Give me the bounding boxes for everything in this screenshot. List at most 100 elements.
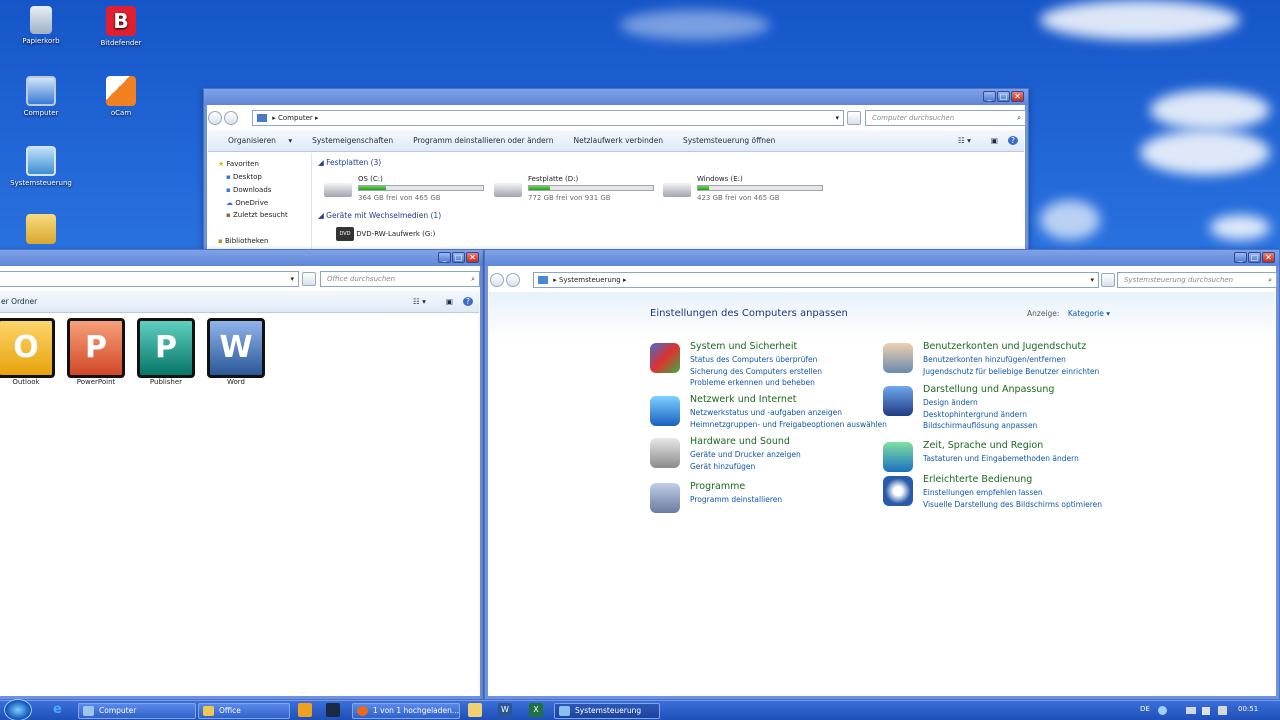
- desktop-icon-recycle-bin[interactable]: Papierkorb: [6, 6, 76, 45]
- preview-pane-icon[interactable]: ▣: [981, 136, 1008, 145]
- category-title[interactable]: Hardware und Sound: [690, 436, 790, 447]
- help-icon[interactable]: ?: [463, 297, 473, 306]
- search-input[interactable]: Office durchsuchen ⌕: [320, 271, 480, 287]
- network-icon[interactable]: [650, 396, 680, 426]
- help-icon[interactable]: ?: [1008, 136, 1018, 145]
- forward-button[interactable]: [224, 111, 238, 125]
- category-title[interactable]: Erleichterte Bedienung: [923, 474, 1032, 485]
- address-bar[interactable]: ▾: [0, 271, 299, 287]
- minimize-button[interactable]: _: [1234, 252, 1247, 263]
- category-title[interactable]: Programme: [690, 481, 745, 492]
- maximize-button[interactable]: □: [1248, 252, 1261, 263]
- app-shortcut-outlook[interactable]: O Outlook: [0, 318, 61, 386]
- search-icon[interactable]: ⌕: [1268, 273, 1272, 287]
- clock[interactable]: 00:51: [1238, 705, 1258, 713]
- word-icon[interactable]: W: [498, 703, 512, 717]
- taskbar-item-computer[interactable]: Computer: [78, 703, 196, 719]
- refresh-button[interactable]: [302, 272, 316, 286]
- category-link[interactable]: Desktophintergrund ändern: [923, 410, 1027, 419]
- close-button[interactable]: ✕: [1262, 252, 1275, 263]
- chevron-down-icon[interactable]: ▾: [290, 272, 294, 286]
- category-title[interactable]: Benutzerkonten und Jugendschutz: [923, 341, 1086, 352]
- printer-icon[interactable]: [650, 438, 680, 468]
- taskbar-item-control-panel[interactable]: Systemsteuerung: [554, 703, 660, 719]
- drive-item[interactable]: OS (C:) 364 GB frei von 465 GB: [324, 175, 489, 203]
- view-options-icon[interactable]: ☷ ▾: [948, 136, 981, 145]
- refresh-button[interactable]: [847, 111, 861, 125]
- minimize-button[interactable]: _: [983, 91, 996, 102]
- map-network-drive-button[interactable]: Netzlaufwerk verbinden: [564, 136, 673, 145]
- category-link[interactable]: Design ändern: [923, 398, 978, 407]
- close-button[interactable]: ✕: [466, 252, 479, 263]
- dvd-drive-item[interactable]: DVD DVD-RW-Laufwerk (G:): [336, 227, 435, 241]
- excel-icon[interactable]: X: [529, 703, 543, 717]
- title-bar[interactable]: [485, 250, 1279, 266]
- system-properties-button[interactable]: Systemeigenschaften: [302, 136, 403, 145]
- view-selector[interactable]: Anzeige: Kategorie ▾: [1027, 309, 1110, 318]
- search-icon[interactable]: ⌕: [471, 272, 475, 286]
- category-link[interactable]: Einstellungen empfehlen lassen: [923, 488, 1043, 497]
- start-button[interactable]: [4, 699, 32, 720]
- category-link[interactable]: Probleme erkennen und beheben: [690, 378, 815, 387]
- category-link[interactable]: Bildschirmauflösung anpassen: [923, 421, 1037, 430]
- view-options-icon[interactable]: ☷ ▾: [403, 297, 436, 306]
- chevron-down-icon[interactable]: ▾: [835, 111, 839, 125]
- uninstall-program-button[interactable]: Programm deinstallieren oder ändern: [403, 136, 563, 145]
- ie-icon[interactable]: e: [53, 703, 67, 717]
- title-bar[interactable]: [0, 250, 483, 266]
- users-icon[interactable]: [883, 343, 913, 373]
- category-link[interactable]: Jugendschutz für beliebige Benutzer einr…: [923, 367, 1099, 376]
- category-link[interactable]: Tastaturen und Eingabemethoden ändern: [923, 454, 1079, 463]
- category-title[interactable]: System und Sicherheit: [690, 341, 797, 352]
- category-link[interactable]: Gerät hinzufügen: [690, 462, 755, 471]
- maximize-button[interactable]: □: [452, 252, 465, 263]
- search-input[interactable]: Systemsteuerung durchsuchen ⌕: [1117, 272, 1277, 288]
- tray-network-icon[interactable]: [1158, 706, 1167, 715]
- nav-libraries[interactable]: ▪ Bibliotheken: [218, 237, 268, 245]
- category-link[interactable]: Programm deinstallieren: [690, 495, 782, 504]
- accessibility-icon[interactable]: [883, 476, 913, 506]
- language-indicator[interactable]: DE: [1140, 705, 1150, 713]
- desktop-icon-folder[interactable]: [6, 214, 76, 247]
- chevron-down-icon[interactable]: ▾: [1090, 273, 1094, 287]
- category-link[interactable]: Heimnetzgruppen- und Freigabeoptionen au…: [690, 420, 887, 429]
- category-link[interactable]: Sicherung des Computers erstellen: [690, 367, 822, 376]
- steam-icon[interactable]: [326, 703, 340, 717]
- desktop-icon-bitdefender[interactable]: B Bitdefender: [86, 6, 156, 47]
- category-title[interactable]: Netzwerk und Internet: [690, 394, 797, 405]
- globe-clock-icon[interactable]: [883, 442, 913, 472]
- drive-item[interactable]: Festplatte (D:) 772 GB frei von 931 GB: [494, 175, 659, 203]
- media-player-icon[interactable]: [298, 703, 312, 717]
- app-shortcut-powerpoint[interactable]: P PowerPoint: [61, 318, 131, 386]
- nav-favorites[interactable]: ★ Favoriten: [218, 160, 259, 168]
- category-title[interactable]: Zeit, Sprache und Region: [923, 440, 1043, 451]
- folder-icon[interactable]: [468, 703, 482, 717]
- desktop-icon-computer[interactable]: Computer: [6, 76, 76, 117]
- nav-item-downloads[interactable]: ▪ Downloads: [226, 186, 271, 194]
- category-link[interactable]: Status des Computers überprüfen: [690, 355, 817, 364]
- address-bar[interactable]: ▸ Computer ▸ ▾: [252, 110, 844, 126]
- organize-menu[interactable]: Organisieren ▾: [208, 136, 302, 145]
- new-folder-button[interactable]: er Ordner: [0, 297, 47, 306]
- tray-flag-icon[interactable]: [1202, 707, 1210, 715]
- category-link[interactable]: Visuelle Darstellung des Bildschirms opt…: [923, 500, 1102, 509]
- minimize-button[interactable]: _: [438, 252, 451, 263]
- forward-button[interactable]: [506, 273, 520, 287]
- display-icon[interactable]: [883, 386, 913, 416]
- app-shortcut-publisher[interactable]: P Publisher: [131, 318, 201, 386]
- refresh-button[interactable]: [1101, 273, 1115, 287]
- title-bar[interactable]: [204, 89, 1028, 105]
- taskbar-item-browser[interactable]: 1 von 1 hochgeladen...: [352, 703, 460, 719]
- category-link[interactable]: Geräte und Drucker anzeigen: [690, 450, 801, 459]
- search-icon[interactable]: ⌕: [1017, 111, 1021, 125]
- back-button[interactable]: [208, 111, 222, 125]
- search-input[interactable]: Computer durchsuchen ⌕: [865, 110, 1026, 126]
- address-bar[interactable]: ▸ Systemsteuerung ▸ ▾: [533, 272, 1099, 288]
- shield-icon[interactable]: [650, 343, 680, 373]
- app-shortcut-word[interactable]: W Word: [201, 318, 271, 386]
- removable-group-header[interactable]: ◢ Geräte mit Wechselmedien (1): [318, 211, 441, 220]
- desktop-icon-control-panel[interactable]: Systemsteuerung: [6, 146, 76, 187]
- category-link[interactable]: Benutzerkonten hinzufügen/entfernen: [923, 355, 1066, 364]
- programs-icon[interactable]: [650, 483, 680, 513]
- nav-item-onedrive[interactable]: ☁ OneDrive: [226, 199, 268, 207]
